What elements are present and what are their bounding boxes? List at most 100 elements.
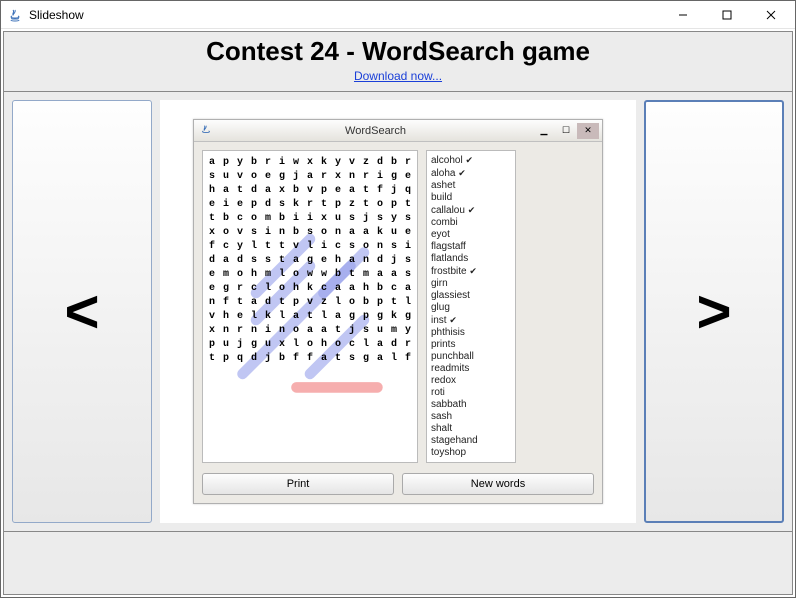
grid-cell[interactable]: p	[331, 197, 345, 211]
grid-cell[interactable]: e	[233, 309, 247, 323]
grid-cell[interactable]: t	[359, 197, 373, 211]
grid-cell[interactable]: v	[289, 239, 303, 253]
inner-close-button[interactable]: ✕	[577, 123, 599, 139]
grid-cell[interactable]: f	[205, 239, 219, 253]
grid-cell[interactable]: f	[373, 183, 387, 197]
grid-cell[interactable]: o	[331, 337, 345, 351]
grid-cell[interactable]: i	[275, 155, 289, 169]
grid-cell[interactable]: d	[387, 337, 401, 351]
grid-cell[interactable]: w	[289, 155, 303, 169]
grid-cell[interactable]: r	[261, 155, 275, 169]
grid-cell[interactable]: q	[233, 351, 247, 365]
grid-cell[interactable]: s	[247, 225, 261, 239]
grid-cell[interactable]: t	[233, 183, 247, 197]
grid-cell[interactable]: w	[317, 267, 331, 281]
grid-cell[interactable]: o	[359, 239, 373, 253]
grid-cell[interactable]: a	[373, 267, 387, 281]
grid-cell[interactable]: s	[401, 211, 415, 225]
grid-cell[interactable]: r	[233, 323, 247, 337]
grid-cell[interactable]: s	[275, 197, 289, 211]
grid-cell[interactable]: h	[317, 337, 331, 351]
grid-cell[interactable]: s	[261, 253, 275, 267]
grid-cell[interactable]: f	[289, 351, 303, 365]
grid-cell[interactable]: v	[233, 225, 247, 239]
grid-cell[interactable]: u	[331, 211, 345, 225]
grid-cell[interactable]: e	[331, 183, 345, 197]
grid-cell[interactable]: i	[219, 197, 233, 211]
grid-cell[interactable]: o	[317, 225, 331, 239]
grid-cell[interactable]: t	[331, 323, 345, 337]
grid-cell[interactable]: a	[373, 337, 387, 351]
grid-cell[interactable]: v	[303, 183, 317, 197]
grid-cell[interactable]: n	[205, 295, 219, 309]
grid-cell[interactable]: c	[331, 239, 345, 253]
grid-cell[interactable]: q	[401, 183, 415, 197]
grid-cell[interactable]: c	[247, 281, 261, 295]
grid-cell[interactable]: a	[219, 183, 233, 197]
grid-cell[interactable]: l	[275, 309, 289, 323]
grid-cell[interactable]: f	[219, 295, 233, 309]
grid-cell[interactable]: y	[401, 323, 415, 337]
grid-cell[interactable]: o	[289, 267, 303, 281]
grid-cell[interactable]: a	[345, 183, 359, 197]
grid-cell[interactable]: n	[247, 323, 261, 337]
grid-cell[interactable]: a	[289, 309, 303, 323]
grid-cell[interactable]: s	[387, 239, 401, 253]
grid-cell[interactable]: l	[247, 309, 261, 323]
grid-cell[interactable]: b	[275, 211, 289, 225]
grid-cell[interactable]: t	[331, 351, 345, 365]
grid-cell[interactable]: s	[205, 169, 219, 183]
grid-cell[interactable]: r	[317, 169, 331, 183]
grid-cell[interactable]: t	[205, 211, 219, 225]
grid-cell[interactable]: a	[303, 169, 317, 183]
grid-cell[interactable]: o	[219, 225, 233, 239]
grid-cell[interactable]: j	[289, 169, 303, 183]
grid-cell[interactable]: l	[387, 351, 401, 365]
grid-cell[interactable]: d	[373, 155, 387, 169]
grid-cell[interactable]: a	[205, 155, 219, 169]
grid-cell[interactable]: x	[205, 225, 219, 239]
grid-cell[interactable]: a	[345, 281, 359, 295]
grid-cell[interactable]: t	[359, 183, 373, 197]
grid-cell[interactable]: g	[345, 309, 359, 323]
grid-cell[interactable]: a	[387, 267, 401, 281]
grid-cell[interactable]: b	[387, 155, 401, 169]
grid-cell[interactable]: c	[317, 281, 331, 295]
grid-cell[interactable]: l	[275, 267, 289, 281]
grid-cell[interactable]: o	[233, 267, 247, 281]
grid-cell[interactable]: t	[401, 197, 415, 211]
letter-grid[interactable]: apybriwxkyvzdbrsuvoegjarxnrigehatdaxbvpe…	[202, 150, 418, 463]
grid-cell[interactable]: r	[233, 281, 247, 295]
grid-cell[interactable]: c	[345, 337, 359, 351]
grid-cell[interactable]: l	[359, 337, 373, 351]
grid-cell[interactable]: t	[275, 253, 289, 267]
grid-cell[interactable]: y	[331, 155, 345, 169]
grid-cell[interactable]: h	[289, 281, 303, 295]
grid-cell[interactable]: n	[373, 239, 387, 253]
grid-cell[interactable]: s	[345, 211, 359, 225]
grid-cell[interactable]: e	[205, 267, 219, 281]
grid-cell[interactable]: m	[261, 267, 275, 281]
grid-cell[interactable]: l	[261, 281, 275, 295]
grid-cell[interactable]: t	[303, 309, 317, 323]
grid-cell[interactable]: i	[401, 239, 415, 253]
grid-cell[interactable]: d	[205, 253, 219, 267]
grid-cell[interactable]: z	[359, 155, 373, 169]
grid-cell[interactable]: u	[261, 337, 275, 351]
grid-cell[interactable]: a	[331, 281, 345, 295]
grid-cell[interactable]: j	[387, 183, 401, 197]
grid-cell[interactable]: n	[331, 225, 345, 239]
grid-cell[interactable]: d	[373, 253, 387, 267]
grid-cell[interactable]: i	[317, 239, 331, 253]
grid-cell[interactable]: m	[219, 267, 233, 281]
grid-cell[interactable]: f	[303, 351, 317, 365]
grid-cell[interactable]: s	[359, 323, 373, 337]
grid-cell[interactable]: u	[219, 337, 233, 351]
grid-cell[interactable]: z	[345, 197, 359, 211]
grid-cell[interactable]: u	[373, 323, 387, 337]
minimize-button[interactable]	[661, 2, 705, 28]
grid-cell[interactable]: s	[373, 211, 387, 225]
grid-cell[interactable]: c	[387, 281, 401, 295]
grid-cell[interactable]: a	[345, 253, 359, 267]
next-button[interactable]: >	[644, 100, 784, 523]
